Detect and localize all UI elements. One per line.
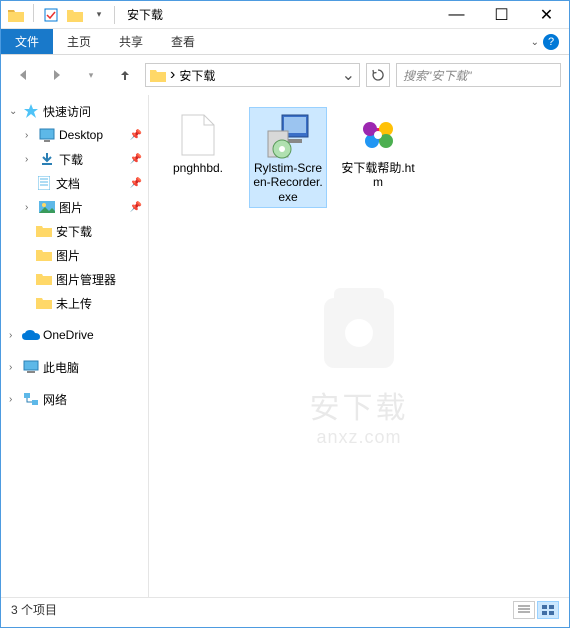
installer-exe-icon (264, 111, 312, 159)
details-view-button[interactable] (513, 601, 535, 619)
sidebar-item-downloads[interactable]: › 下载 📌 (1, 147, 148, 171)
sidebar-item-label: 图片管理器 (56, 271, 116, 288)
computer-icon (22, 359, 40, 375)
sidebar-item-folder[interactable]: 安下载 (1, 219, 148, 243)
chevron-right-icon[interactable]: › (9, 362, 19, 373)
chevron-right-icon[interactable]: › (25, 202, 35, 213)
chevron-down-icon[interactable]: ⌄ (9, 106, 19, 117)
documents-icon (35, 175, 53, 191)
sidebar-item-label: OneDrive (43, 328, 94, 342)
breadcrumb-separator: › (170, 66, 175, 84)
star-icon (22, 103, 40, 119)
file-name: pnghhbd. (173, 161, 223, 175)
titlebar: ▾ 安下载 — ☐ ✕ (1, 1, 569, 29)
pin-icon: 📌 (130, 154, 142, 165)
status-text: 3 个项目 (11, 601, 57, 618)
file-list[interactable]: 安下载 anxz.com pnghhbd. Rylstim-Screen-Re (149, 95, 569, 597)
address-dropdown-icon[interactable]: ⌄ (342, 65, 355, 85)
chevron-down-icon: ⌄ (531, 37, 539, 48)
folder-icon (35, 247, 53, 263)
watermark: 安下载 anxz.com (299, 278, 419, 448)
qat-dropdown-icon[interactable]: ▾ (88, 4, 110, 26)
sidebar-item-network[interactable]: › 网络 (1, 387, 148, 411)
sidebar-item-label: 未上传 (56, 295, 92, 312)
htm-file-icon (354, 111, 402, 159)
sidebar-item-label: 文档 (56, 175, 80, 192)
qat-properties-icon[interactable] (40, 4, 62, 26)
icons-view-button[interactable] (537, 601, 559, 619)
view-switcher (513, 601, 559, 619)
ribbon-help[interactable]: ⌄ ? (521, 30, 569, 54)
desktop-icon (38, 127, 56, 143)
sidebar-item-folder[interactable]: 图片管理器 (1, 267, 148, 291)
pin-icon: 📌 (130, 130, 142, 141)
folder-icon (35, 271, 53, 287)
window-title: 安下载 (127, 6, 163, 23)
address-combo[interactable]: › 安下载 ⌄ (145, 63, 360, 87)
folder-icon (35, 295, 53, 311)
sidebar-item-thispc[interactable]: › 此电脑 (1, 355, 148, 379)
quick-access-toolbar: ▾ (5, 4, 110, 26)
address-bar: ▾ › 安下载 ⌄ 搜索"安下载" (1, 55, 569, 95)
maximize-button[interactable]: ☐ (479, 1, 524, 29)
sidebar-item-onedrive[interactable]: › OneDrive (1, 323, 148, 347)
window-controls: — ☐ ✕ (434, 1, 569, 29)
sidebar-item-desktop[interactable]: › Desktop 📌 (1, 123, 148, 147)
sidebar-item-label: 图片 (56, 247, 80, 264)
tab-view[interactable]: 查看 (157, 29, 209, 54)
sidebar-item-folder[interactable]: 未上传 (1, 291, 148, 315)
pin-icon: 📌 (130, 202, 142, 213)
file-item[interactable]: 安下载帮助.htm (339, 107, 417, 194)
app-folder-icon[interactable] (5, 4, 27, 26)
file-name: Rylstim-Screen-Recorder.exe (251, 161, 325, 204)
onedrive-icon (22, 327, 40, 343)
blank-file-icon (174, 111, 222, 159)
chevron-right-icon[interactable]: › (25, 154, 35, 165)
qat-new-folder-icon[interactable] (64, 4, 86, 26)
sidebar-item-label: 快速访问 (43, 103, 91, 120)
breadcrumb-current[interactable]: 安下载 (179, 67, 215, 84)
up-button[interactable] (111, 61, 139, 89)
sidebar-item-label: 安下载 (56, 223, 92, 240)
status-bar: 3 个项目 (1, 597, 569, 621)
back-button[interactable] (9, 61, 37, 89)
content-area: ⌄ 快速访问 › Desktop 📌 › 下载 📌 文档 📌 › 图片 📌 (1, 95, 569, 597)
downloads-icon (38, 151, 56, 167)
sidebar-item-label: 网络 (43, 391, 67, 408)
sidebar-item-label: 此电脑 (43, 359, 79, 376)
sidebar-item-label: 下载 (59, 151, 83, 168)
search-placeholder: 搜索"安下载" (403, 67, 472, 84)
recent-locations-button[interactable]: ▾ (77, 61, 105, 89)
chevron-right-icon[interactable]: › (9, 394, 19, 405)
file-item[interactable]: pnghhbd. (159, 107, 237, 179)
chevron-right-icon[interactable]: › (9, 330, 19, 341)
tab-home[interactable]: 主页 (53, 29, 105, 54)
chevron-right-icon[interactable]: › (25, 130, 35, 141)
minimize-button[interactable]: — (434, 1, 479, 29)
help-icon[interactable]: ? (543, 34, 559, 50)
pin-icon: 📌 (130, 178, 142, 189)
ribbon: 文件 主页 共享 查看 ⌄ ? (1, 29, 569, 55)
network-icon (22, 391, 40, 407)
search-input[interactable]: 搜索"安下载" (396, 63, 561, 87)
forward-button[interactable] (43, 61, 71, 89)
sidebar-item-folder[interactable]: 图片 (1, 243, 148, 267)
sidebar-item-documents[interactable]: 文档 📌 (1, 171, 148, 195)
folder-icon (150, 68, 166, 82)
tab-file[interactable]: 文件 (1, 29, 53, 54)
sidebar-item-quick-access[interactable]: ⌄ 快速访问 (1, 99, 148, 123)
sidebar-item-label: 图片 (59, 199, 83, 216)
navigation-pane: ⌄ 快速访问 › Desktop 📌 › 下载 📌 文档 📌 › 图片 📌 (1, 95, 149, 597)
sidebar-item-label: Desktop (59, 128, 103, 142)
tab-share[interactable]: 共享 (105, 29, 157, 54)
file-item[interactable]: Rylstim-Screen-Recorder.exe (249, 107, 327, 208)
sidebar-item-pictures[interactable]: › 图片 📌 (1, 195, 148, 219)
pictures-icon (38, 199, 56, 215)
file-name: 安下载帮助.htm (341, 161, 415, 190)
folder-icon (35, 223, 53, 239)
refresh-button[interactable] (366, 63, 390, 87)
close-button[interactable]: ✕ (524, 1, 569, 29)
